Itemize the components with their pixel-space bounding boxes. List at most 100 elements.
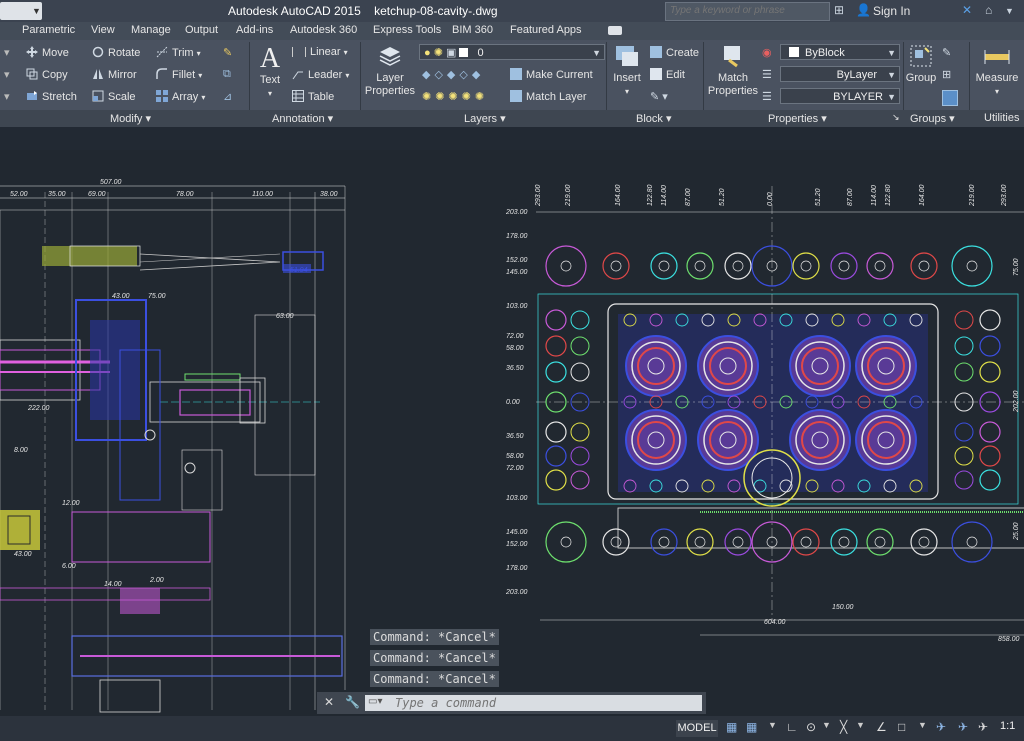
leader-button[interactable]: Leader ▾ bbox=[292, 68, 349, 81]
chevron-down-icon[interactable]: ▼ bbox=[592, 45, 601, 61]
cad-drawing[interactable]: 52.00 35.00 69.00 78.00 110.00 38.00 507… bbox=[0, 150, 1024, 716]
tab-output[interactable]: Output bbox=[185, 24, 218, 36]
linetype-icon[interactable]: ☰ bbox=[762, 68, 772, 81]
match-properties-button[interactable]: Match Properties bbox=[706, 44, 760, 98]
annotation-scale-icon[interactable]: ✈ bbox=[936, 720, 946, 734]
measure-button[interactable]: Measure ▾ bbox=[972, 44, 1022, 98]
panel-title-modify[interactable]: Modify ▾ bbox=[110, 112, 151, 125]
grid-icon[interactable]: ▦ bbox=[726, 720, 737, 734]
copy-button[interactable]: Copy bbox=[26, 68, 68, 81]
mirror-button[interactable]: Mirror bbox=[92, 68, 137, 81]
draw-overflow-icon[interactable]: ▾ bbox=[4, 68, 10, 81]
chevron-down-icon[interactable]: ▼ bbox=[856, 720, 865, 730]
group-edit-icon[interactable]: ⊞ bbox=[942, 68, 951, 81]
rotate-button[interactable]: Rotate bbox=[92, 46, 140, 59]
chevron-down-icon[interactable]: ▾ bbox=[344, 48, 348, 57]
chevron-down-icon[interactable]: ▼ bbox=[887, 89, 896, 105]
chevron-down-icon[interactable]: ▾ bbox=[345, 71, 349, 80]
array-button[interactable]: Array ▾ bbox=[156, 90, 205, 103]
chevron-down-icon[interactable]: ▾ bbox=[198, 71, 202, 80]
panel-title-annotation[interactable]: Annotation ▾ bbox=[272, 112, 333, 125]
layer-dropdown[interactable]: ● ✺ ▣ 0 ▼ bbox=[419, 44, 605, 60]
search-box[interactable] bbox=[665, 2, 830, 21]
make-current-button[interactable]: Make Current bbox=[510, 68, 593, 81]
color-wheel-icon[interactable]: ◉ bbox=[762, 46, 772, 59]
edit-block-button[interactable]: Edit bbox=[650, 68, 685, 81]
scale-button[interactable]: Scale bbox=[92, 90, 136, 103]
linear-dimension-button[interactable]: Linear ▾ bbox=[292, 46, 348, 58]
erase-icon[interactable]: ✎ bbox=[223, 46, 232, 59]
panel-title-groups[interactable]: Groups ▾ bbox=[910, 112, 955, 125]
lineweight-dropdown[interactable]: BYLAYER ▼ bbox=[780, 88, 900, 104]
chevron-down-icon[interactable]: ▼ bbox=[918, 720, 927, 730]
snap-icon[interactable]: ▦ bbox=[746, 720, 757, 734]
layer-properties-button[interactable]: Layer Properties bbox=[364, 44, 416, 98]
chevron-down-icon[interactable]: ▼ bbox=[1005, 6, 1014, 16]
help-icon[interactable]: ⌂ bbox=[985, 3, 992, 17]
chevron-down-icon[interactable]: ▼ bbox=[887, 67, 896, 83]
quick-access-toolbar[interactable]: ▼ bbox=[0, 2, 42, 20]
chevron-down-icon[interactable]: ▾ bbox=[201, 93, 205, 102]
explode-icon[interactable]: ⧉ bbox=[223, 68, 231, 81]
command-input-box[interactable]: ▭▾ bbox=[365, 695, 702, 711]
chevron-down-icon[interactable]: ▾ bbox=[972, 85, 1022, 98]
tab-bim-360[interactable]: BIM 360 bbox=[452, 24, 493, 36]
wrench-icon[interactable]: 🔧 bbox=[345, 695, 360, 709]
layer-tools-row-1[interactable]: ◆◇◆◇◆ bbox=[422, 68, 484, 81]
trim-button[interactable]: Trim ▾ bbox=[156, 46, 201, 59]
create-block-button[interactable]: Create bbox=[650, 46, 699, 59]
model-space-button[interactable]: MODEL bbox=[676, 720, 718, 737]
ribbon-display-toggle[interactable] bbox=[608, 26, 622, 35]
search-input[interactable] bbox=[666, 3, 828, 18]
exchange-icon[interactable]: ✕ bbox=[962, 3, 972, 17]
color-dropdown[interactable]: ByBlock ▼ bbox=[780, 44, 900, 60]
drawing-canvas[interactable]: 52.00 35.00 69.00 78.00 110.00 38.00 507… bbox=[0, 150, 1024, 716]
object-snap-tracking-icon[interactable]: ∠ bbox=[876, 720, 887, 734]
tab-autodesk-360[interactable]: Autodesk 360 bbox=[290, 24, 357, 36]
command-prompt-icon[interactable]: ▭▾ bbox=[368, 696, 382, 707]
chevron-down-icon[interactable]: ▼ bbox=[822, 720, 831, 730]
annotation-scale-value[interactable]: 1:1 bbox=[1000, 720, 1015, 732]
ortho-icon[interactable]: ∟ bbox=[786, 720, 798, 734]
block-attributes-icon[interactable]: ✎ ▾ bbox=[650, 90, 668, 103]
ungroup-icon[interactable]: ✎ bbox=[942, 46, 951, 59]
isometric-icon[interactable]: ╳ bbox=[840, 720, 847, 734]
tab-add-ins[interactable]: Add-ins bbox=[236, 24, 273, 36]
draw-overflow-icon[interactable]: ▾ bbox=[4, 90, 10, 103]
move-button[interactable]: Move bbox=[26, 46, 69, 59]
command-input[interactable] bbox=[395, 695, 695, 711]
table-button[interactable]: Table bbox=[292, 90, 334, 103]
chevron-down-icon[interactable]: ▼ bbox=[768, 720, 777, 730]
lineweight-icon[interactable]: ☰ bbox=[762, 90, 772, 103]
close-icon[interactable]: ✕ bbox=[324, 695, 334, 709]
tab-express-tools[interactable]: Express Tools bbox=[373, 24, 441, 36]
polar-tracking-icon[interactable]: ⊙ bbox=[806, 720, 816, 734]
object-snap-icon[interactable]: □ bbox=[898, 720, 905, 734]
panel-title-properties[interactable]: Properties ▾ bbox=[768, 112, 827, 125]
offset-icon[interactable]: ⊿ bbox=[223, 90, 232, 103]
annotation-visibility-icon[interactable]: ✈ bbox=[958, 720, 968, 734]
tab-featured-apps[interactable]: Featured Apps bbox=[510, 24, 582, 36]
group-button[interactable]: Group bbox=[905, 44, 937, 85]
auto-scale-icon[interactable]: ✈ bbox=[978, 720, 988, 734]
stretch-button[interactable]: Stretch bbox=[26, 90, 77, 103]
panel-title-layers[interactable]: Layers ▾ bbox=[464, 112, 506, 125]
panel-title-utilities[interactable]: Utilities bbox=[984, 112, 1019, 124]
panel-title-block[interactable]: Block ▾ bbox=[636, 112, 671, 125]
chevron-down-icon[interactable]: ▼ bbox=[31, 2, 42, 20]
layer-tools-row-2[interactable]: ✺✺✺✺✺ bbox=[422, 90, 488, 103]
text-button[interactable]: A Text ▾ bbox=[255, 44, 285, 100]
fillet-button[interactable]: Fillet ▾ bbox=[156, 68, 202, 81]
binoculars-icon[interactable]: ⊞ bbox=[834, 3, 844, 17]
draw-overflow-icon[interactable]: ▾ bbox=[4, 46, 10, 59]
chevron-down-icon[interactable]: ▾ bbox=[610, 85, 644, 98]
chevron-down-icon[interactable]: ▼ bbox=[887, 45, 896, 61]
tab-manage[interactable]: Manage bbox=[131, 24, 171, 36]
chevron-down-icon[interactable]: ▾ bbox=[255, 87, 285, 100]
tab-parametric[interactable]: Parametric bbox=[22, 24, 75, 36]
insert-button[interactable]: Insert ▾ bbox=[610, 44, 644, 98]
tab-view[interactable]: View bbox=[91, 24, 115, 36]
properties-dialog-launcher-icon[interactable]: ↘ bbox=[892, 112, 900, 123]
group-selection-toggle-icon[interactable] bbox=[942, 90, 958, 106]
linetype-dropdown[interactable]: ByLayer ▼ bbox=[780, 66, 900, 82]
